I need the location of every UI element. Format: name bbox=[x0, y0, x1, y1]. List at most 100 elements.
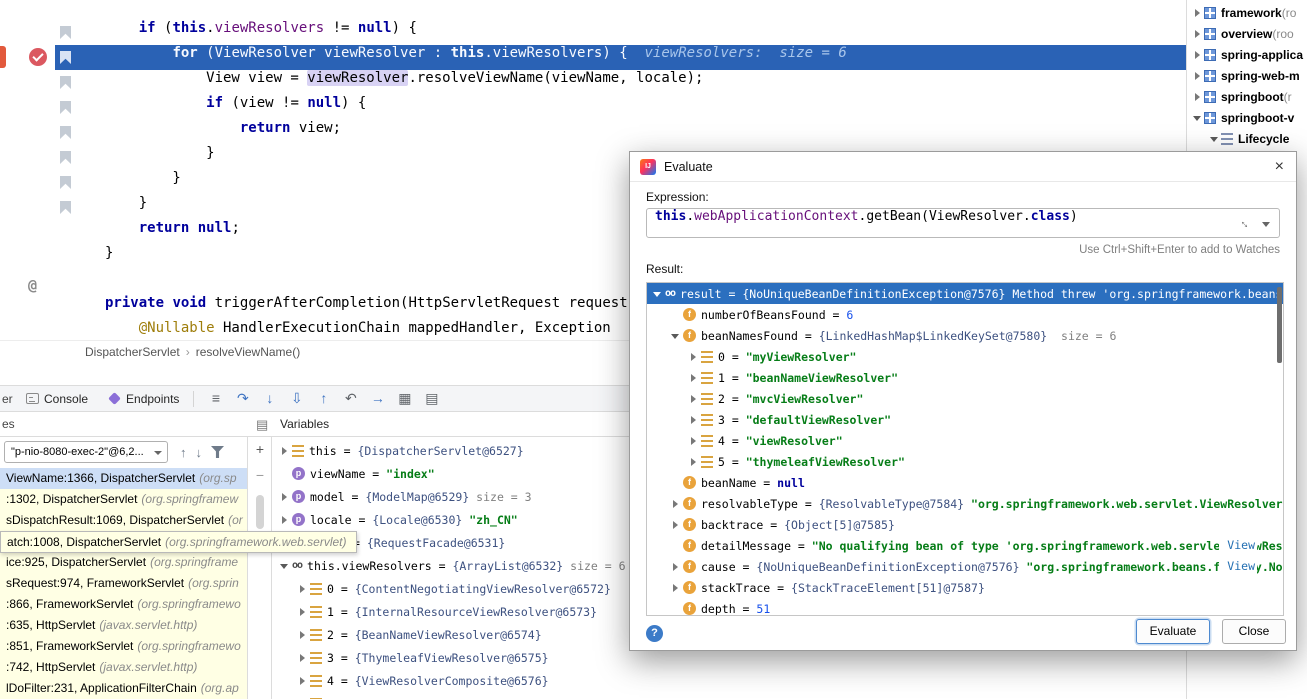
code-line[interactable]: View view = viewResolver.resolveViewName… bbox=[0, 70, 1186, 95]
chevron-right-icon[interactable] bbox=[1191, 48, 1204, 61]
remove-watch-icon[interactable]: − bbox=[248, 467, 272, 483]
chevron-right-icon[interactable] bbox=[296, 605, 309, 618]
help-icon[interactable]: ? bbox=[646, 625, 663, 642]
expression-input[interactable]: this.webApplicationContext.getBean(ViewR… bbox=[646, 208, 1280, 238]
chevron-down-icon[interactable] bbox=[1262, 222, 1270, 227]
project-tree-item[interactable]: spring-applica bbox=[1187, 44, 1307, 65]
chevron-right-icon[interactable] bbox=[1191, 90, 1204, 103]
result-row[interactable]: fnumberOfBeansFound = 6 bbox=[647, 304, 1283, 325]
chevron-right-icon[interactable] bbox=[296, 674, 309, 687]
project-tree-item[interactable]: springboot-v bbox=[1187, 107, 1307, 128]
chevron-down-icon[interactable] bbox=[651, 287, 664, 300]
stack-frame[interactable]: :742, HttpServlet(javax.servlet.http) bbox=[0, 657, 248, 678]
chevron-right-icon[interactable] bbox=[687, 413, 700, 426]
frame-down-icon[interactable]: ↓ bbox=[196, 445, 203, 460]
scrollbar-thumb[interactable] bbox=[1277, 287, 1282, 363]
result-row[interactable]: fbacktrace = {Object[5]@7585} bbox=[647, 514, 1283, 535]
result-row[interactable]: 3 = "defaultViewResolver" bbox=[647, 409, 1283, 430]
result-row[interactable]: 4 = "viewResolver" bbox=[647, 430, 1283, 451]
chevron-right-icon[interactable] bbox=[296, 628, 309, 641]
result-row[interactable]: 1 = "beanNameViewResolver" bbox=[647, 367, 1283, 388]
thread-selector[interactable]: "p-nio-8080-exec-2"@6,2... bbox=[4, 441, 168, 463]
view-link[interactable]: View bbox=[1219, 556, 1257, 577]
toolbar-run-to-cursor-icon[interactable]: → bbox=[364, 386, 391, 411]
chevron-right-icon[interactable] bbox=[278, 444, 291, 457]
chevron-right-icon[interactable] bbox=[687, 371, 700, 384]
variable-row[interactable]: 4 = {ViewResolverComposite@6576} bbox=[272, 669, 1186, 692]
result-row[interactable]: fbeanNamesFound = {LinkedHashMap$LinkedK… bbox=[647, 325, 1283, 346]
breadcrumb-class[interactable]: DispatcherServlet bbox=[85, 345, 180, 359]
chevron-down-icon[interactable] bbox=[278, 559, 291, 572]
project-tree-item[interactable]: springboot (r bbox=[1187, 86, 1307, 107]
chevron-right-icon[interactable] bbox=[1191, 6, 1204, 19]
project-tree-item[interactable]: Lifecycle bbox=[1187, 128, 1307, 149]
chevron-right-icon[interactable] bbox=[669, 560, 682, 573]
stack-frame[interactable]: ice:925, DispatcherServlet(org.springfra… bbox=[0, 552, 248, 573]
stack-frame[interactable]: sDispatchResult:1069, DispatcherServlet(… bbox=[0, 510, 248, 531]
scrollbar-thumb[interactable] bbox=[256, 495, 264, 529]
chevron-down-icon[interactable] bbox=[1208, 132, 1221, 145]
toolbar-step-out-icon[interactable]: ↑ bbox=[310, 386, 337, 411]
result-row[interactable]: fresolvableType = {ResolvableType@7584} … bbox=[647, 493, 1283, 514]
chevron-right-icon[interactable] bbox=[296, 582, 309, 595]
add-watch-icon[interactable]: + bbox=[248, 441, 272, 457]
stack-frame[interactable]: ViewName:1366, DispatcherServlet(org.sp bbox=[0, 468, 248, 489]
debugger-tab-cut[interactable]: er bbox=[0, 392, 16, 406]
stack-frame[interactable]: :851, FrameworkServlet(org.springframewo bbox=[0, 636, 248, 657]
toolbar-step-into-icon[interactable]: ↓ bbox=[256, 386, 283, 411]
stack-frame[interactable]: :866, FrameworkServlet(org.springframewo bbox=[0, 594, 248, 615]
chevron-right-icon[interactable] bbox=[669, 518, 682, 531]
toolbar-menu-icon[interactable]: ≡ bbox=[202, 386, 229, 411]
chevron-down-icon[interactable] bbox=[669, 329, 682, 342]
stack-frame[interactable]: sRequest:974, FrameworkServlet(org.sprin bbox=[0, 573, 248, 594]
view-link[interactable]: View bbox=[1219, 535, 1257, 556]
variable-row[interactable]: 5 = {InternalResourceViewResolver@6577} bbox=[272, 692, 1186, 699]
chevron-right-icon[interactable] bbox=[687, 455, 700, 468]
code-line[interactable]: if (this.viewResolvers != null) { bbox=[0, 20, 1186, 45]
result-row[interactable]: 2 = "mvcViewResolver" bbox=[647, 388, 1283, 409]
chevron-right-icon[interactable] bbox=[669, 581, 682, 594]
result-row[interactable]: fdepth = 51 bbox=[647, 598, 1283, 616]
chevron-right-icon[interactable] bbox=[669, 497, 682, 510]
chevron-down-icon[interactable] bbox=[1191, 111, 1204, 124]
result-row[interactable]: fcause = {NoUniqueBeanDefinitionExceptio… bbox=[647, 556, 1283, 577]
toolbar-drop-frame-icon[interactable]: ↶ bbox=[337, 386, 364, 411]
stack-frame[interactable]: lDoFilter:231, ApplicationFilterChain(or… bbox=[0, 678, 248, 699]
chevron-right-icon[interactable] bbox=[687, 434, 700, 447]
breadcrumb-method[interactable]: resolveViewName() bbox=[196, 345, 300, 359]
code-line[interactable]: if (view != null) { bbox=[0, 95, 1186, 120]
toolbar-mute-breakpoints-icon[interactable]: ▤ bbox=[418, 386, 445, 411]
code-line[interactable]: return view; bbox=[0, 120, 1186, 145]
project-tree-item[interactable]: spring-web-m bbox=[1187, 65, 1307, 86]
tab-endpoints[interactable]: Endpoints bbox=[98, 386, 189, 411]
evaluate-button[interactable]: Evaluate bbox=[1136, 619, 1210, 644]
frame-up-icon[interactable]: ↑ bbox=[180, 445, 187, 460]
project-tree-item[interactable]: framework (ro bbox=[1187, 2, 1307, 23]
close-icon[interactable]: × bbox=[1275, 152, 1284, 182]
result-row[interactable]: fbeanName = null bbox=[647, 472, 1283, 493]
result-row[interactable]: fstackTrace = {StackTraceElement[51]@758… bbox=[647, 577, 1283, 598]
expand-editor-icon[interactable]: ↔ bbox=[1236, 213, 1256, 233]
stack-frame[interactable]: :1302, DispatcherServlet(org.springframe… bbox=[0, 489, 248, 510]
result-row[interactable]: 5 = "thymeleafViewResolver" bbox=[647, 451, 1283, 472]
chevron-right-icon[interactable] bbox=[687, 392, 700, 405]
toolbar-step-over-icon[interactable]: ↷ bbox=[229, 386, 256, 411]
result-row[interactable]: ooresult = {NoUniqueBeanDefinitionExcept… bbox=[647, 283, 1283, 304]
execution-line[interactable]: for (ViewResolver viewResolver : this.vi… bbox=[0, 45, 1186, 70]
stack-frame[interactable]: :635, HttpServlet(javax.servlet.http) bbox=[0, 615, 248, 636]
toolbar-view-breakpoints-icon[interactable]: ▦ bbox=[391, 386, 418, 411]
tab-console[interactable]: Console bbox=[16, 386, 98, 411]
project-tree-item[interactable]: overview (roo bbox=[1187, 23, 1307, 44]
chevron-right-icon[interactable] bbox=[1191, 69, 1204, 82]
close-button[interactable]: Close bbox=[1222, 619, 1286, 644]
chevron-right-icon[interactable] bbox=[296, 651, 309, 664]
filter-funnel-icon[interactable] bbox=[211, 446, 224, 458]
chevron-right-icon[interactable] bbox=[278, 513, 291, 526]
result-row[interactable]: 0 = "myViewResolver" bbox=[647, 346, 1283, 367]
chevron-right-icon[interactable] bbox=[687, 350, 700, 363]
chevron-right-icon[interactable] bbox=[278, 490, 291, 503]
dialog-titlebar[interactable]: IJ Evaluate × bbox=[630, 152, 1296, 182]
chevron-right-icon[interactable] bbox=[1191, 27, 1204, 40]
toolbar-force-step-into-icon[interactable]: ⇩ bbox=[283, 386, 310, 411]
result-row[interactable]: fdetailMessage = "No qualifying bean of … bbox=[647, 535, 1283, 556]
